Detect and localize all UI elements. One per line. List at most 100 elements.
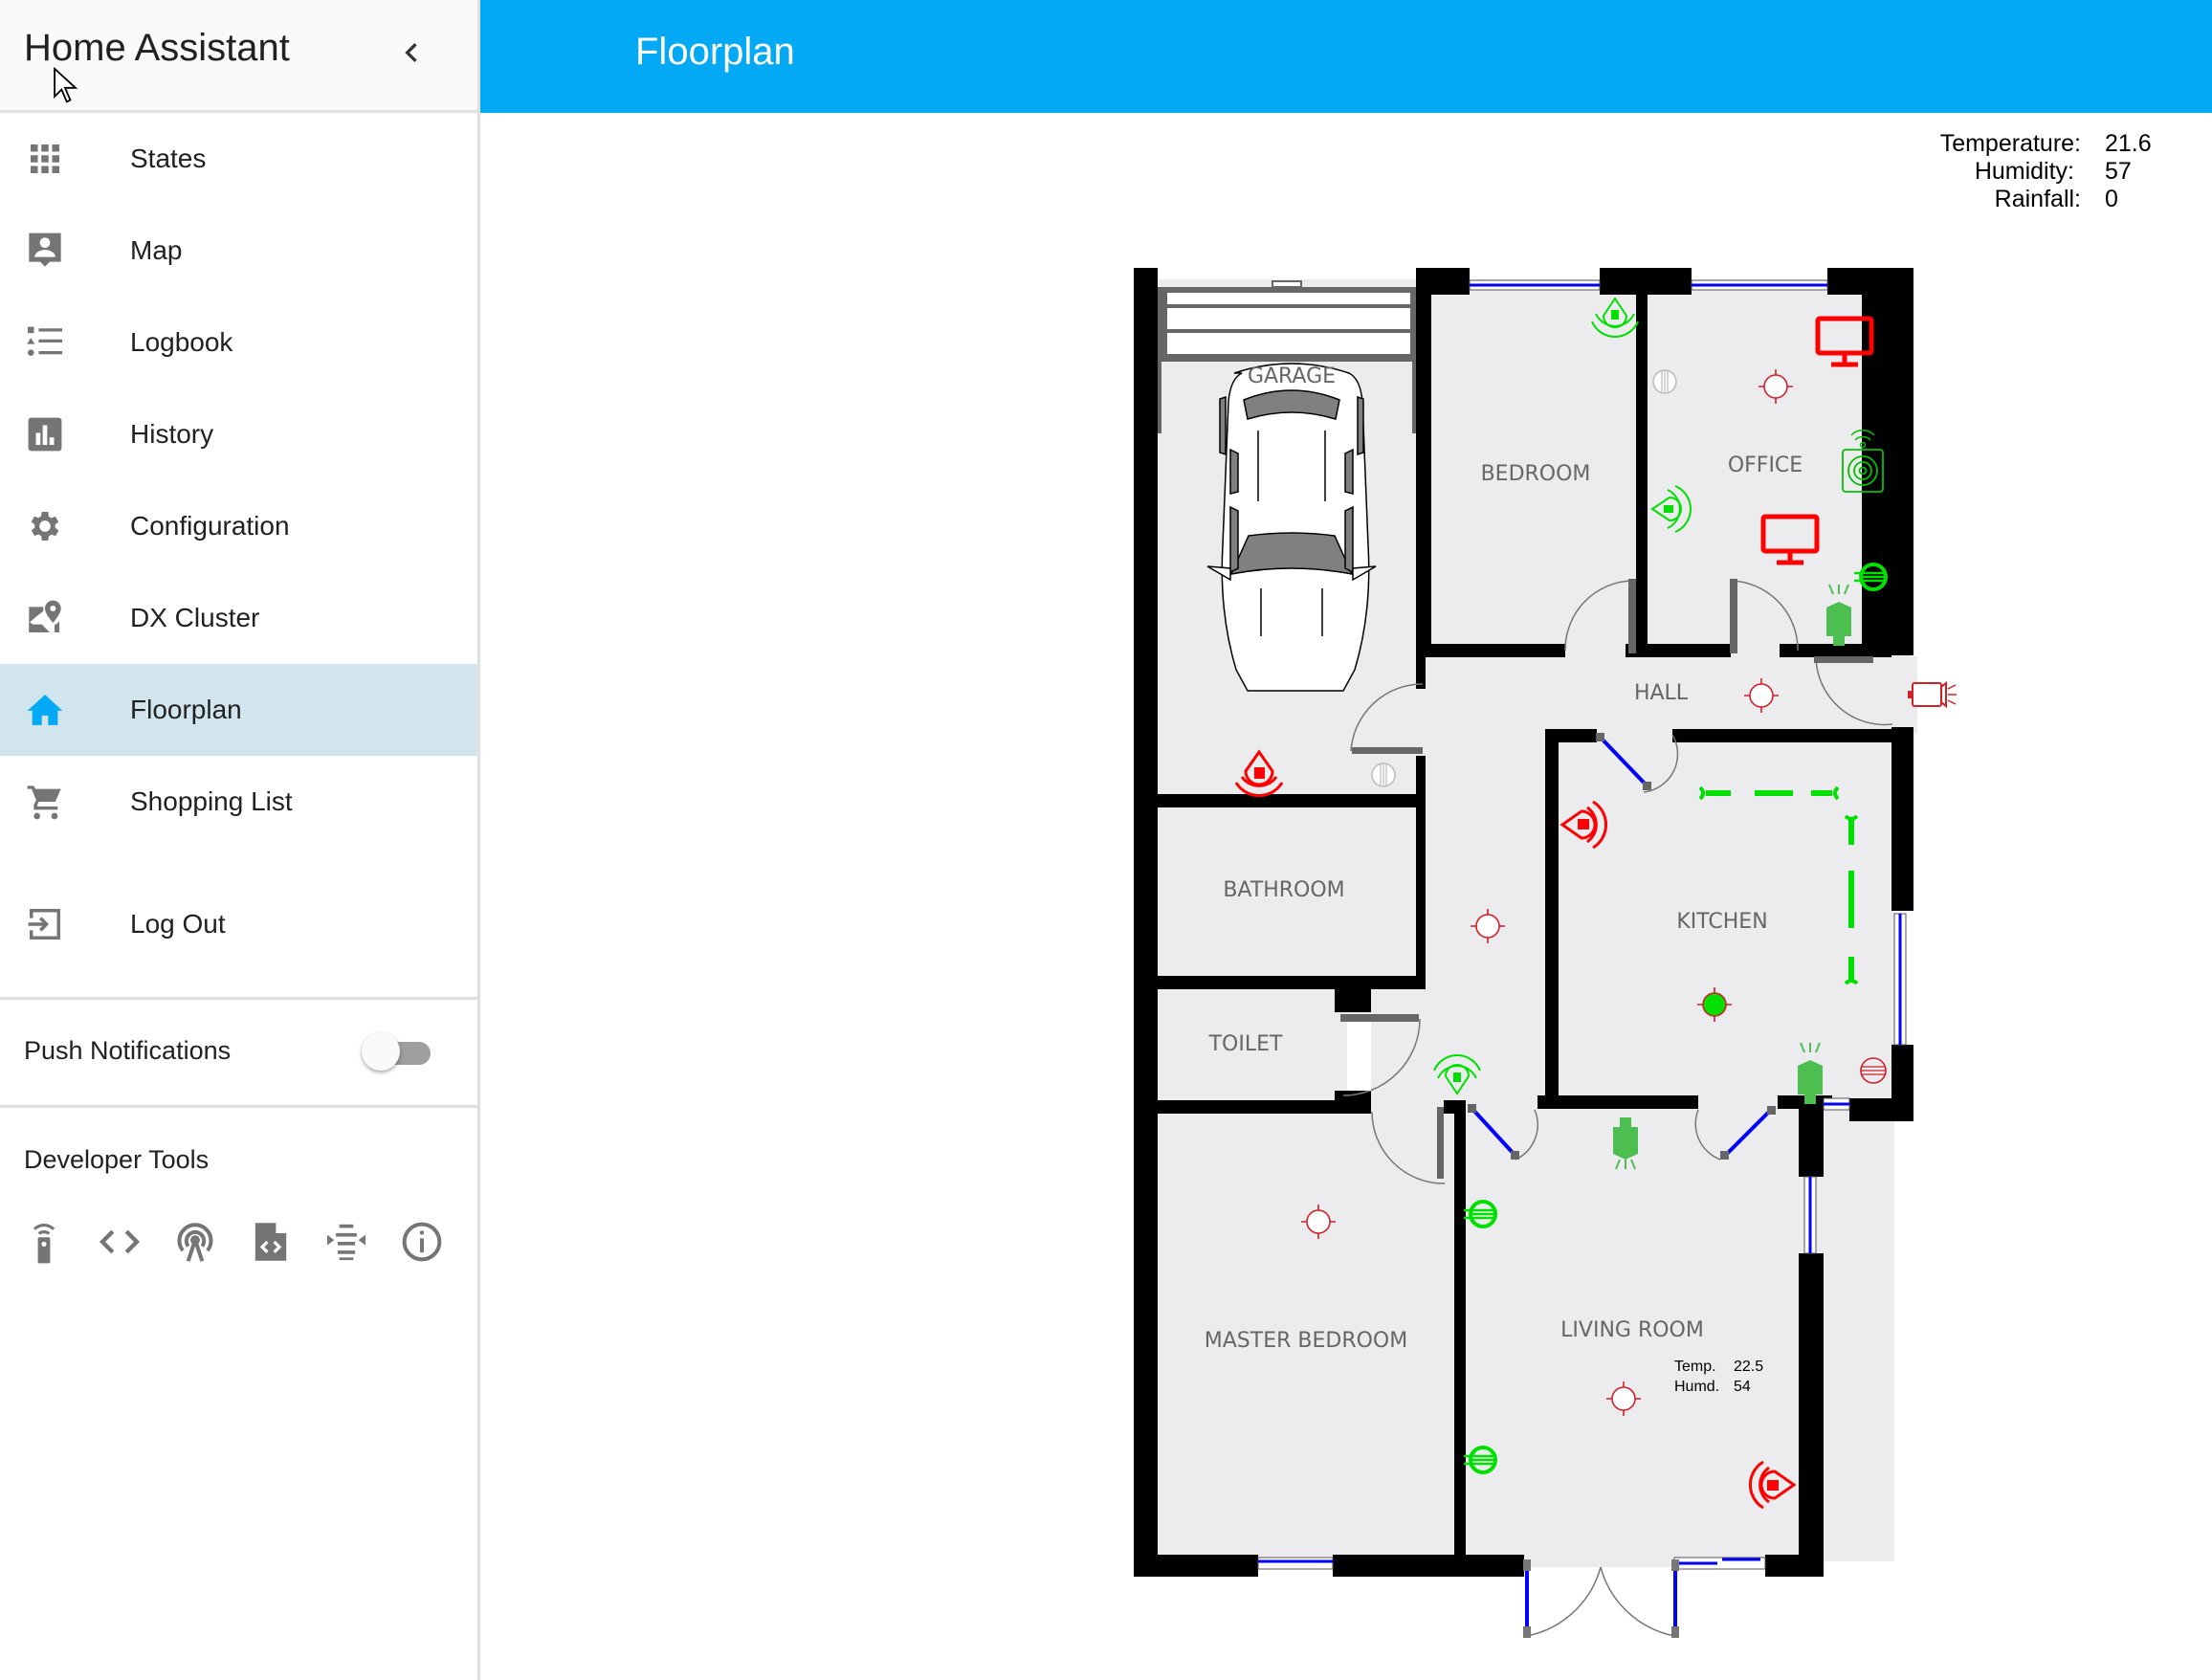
open-doors — [1468, 733, 1776, 1638]
light-kitchen-icon[interactable] — [1696, 986, 1733, 1023]
light-office-icon[interactable] — [1758, 368, 1794, 405]
sidebar-item-label: DX Cluster — [130, 603, 260, 632]
remote-icon[interactable] — [21, 1219, 67, 1265]
outlet-office-icon[interactable] — [1652, 369, 1677, 394]
living-room-temp-label: Temp. — [1674, 1359, 1716, 1375]
sidebar-item-states[interactable]: States — [0, 113, 477, 205]
rainfall-label: Rainfall: — [1994, 186, 2081, 212]
push-notifications-toggle[interactable] — [362, 1032, 432, 1071]
room-label-kitchen: KITCHEN — [1676, 910, 1767, 934]
access-point-icon[interactable] — [172, 1219, 218, 1265]
file-xml-icon[interactable] — [248, 1219, 294, 1265]
humidity-value: 57 — [2105, 158, 2132, 185]
temperature-label: Temperature: — [1939, 130, 2081, 157]
monitor-office-1-icon[interactable] — [1818, 319, 1871, 365]
temperature-value: 21.6 — [2105, 130, 2152, 157]
motion-sensor-corridor-icon[interactable] — [1433, 1054, 1481, 1094]
home-icon — [26, 691, 64, 729]
push-notifications-row: Push Notifications — [0, 1000, 477, 1105]
room-label-bedroom: BEDROOM — [1481, 462, 1591, 486]
led-strip-icon[interactable] — [1698, 785, 1859, 985]
light-living-room-icon[interactable] — [1605, 1381, 1642, 1417]
sidebar-item-label: Configuration — [130, 511, 290, 541]
motion-sensor-living-room-icon[interactable] — [1748, 1460, 1796, 1510]
living-room-humd-label: Humd. — [1674, 1379, 1719, 1395]
page-title: Floorplan — [635, 31, 795, 73]
push-notifications-label: Push Notifications — [24, 1036, 232, 1065]
room-label-garage: GARAGE — [1248, 365, 1336, 388]
monitor-office-2-icon[interactable] — [1763, 517, 1817, 563]
speaker-office-icon[interactable] — [1842, 429, 1884, 493]
format-align-justify-events-icon[interactable] — [323, 1219, 369, 1265]
sidebar-item-map[interactable]: Map — [0, 205, 477, 297]
cart-icon — [26, 783, 64, 821]
room-label-hall: HALL — [1634, 681, 1689, 705]
sidebar-item-configuration[interactable]: Configuration — [0, 480, 477, 572]
room-label-bathroom: BATHROOM — [1223, 878, 1344, 902]
app-title: Home Assistant — [24, 27, 290, 69]
outlet-living-room-1-icon[interactable] — [1462, 1200, 1497, 1228]
sidebar-item-label: Floorplan — [130, 695, 242, 724]
room-label-office: OFFICE — [1728, 453, 1803, 477]
outlet-kitchen-icon[interactable] — [1860, 1057, 1887, 1084]
sidebar-item-history[interactable]: History — [0, 388, 477, 480]
info-outline-icon[interactable] — [399, 1219, 445, 1265]
garage-door — [1158, 280, 1416, 433]
room-label-toilet: TOILET — [1208, 1032, 1283, 1056]
sidebar-item-label: History — [130, 419, 214, 449]
sidebar-item-floorplan[interactable]: Floorplan — [0, 664, 477, 756]
divider — [0, 1105, 477, 1108]
doors — [1340, 579, 1893, 1637]
humidity-label: Humidity: — [1974, 158, 2074, 185]
lamp-living-room-icon[interactable] — [1612, 1116, 1639, 1170]
car-icon — [1206, 363, 1377, 692]
windows — [1257, 279, 1907, 1570]
lamp-kitchen-icon[interactable] — [1797, 1042, 1824, 1105]
outlet-living-room-2-icon[interactable] — [1462, 1446, 1497, 1474]
light-hall-icon[interactable] — [1743, 677, 1780, 714]
living-room-temp-value: 22.5 — [1734, 1359, 1763, 1375]
light-corridor-icon[interactable] — [1470, 908, 1506, 944]
outlet-garage-icon[interactable] — [1371, 763, 1396, 787]
outlet-office-on-icon[interactable] — [1852, 563, 1888, 591]
sidebar-item-shopping-list[interactable]: Shopping List — [0, 756, 477, 848]
sidebar-nav: States Map Logbook History Configuration — [0, 113, 477, 1108]
sidebar-item-label: Logbook — [130, 327, 233, 357]
sidebar-item-label: Map — [130, 235, 183, 265]
logout-label: Log Out — [130, 909, 226, 939]
rainfall-value: 0 — [2105, 186, 2118, 212]
chevron-left-icon[interactable] — [392, 29, 431, 77]
room-label-living-room: LIVING ROOM — [1560, 1318, 1704, 1342]
siren-hall-icon[interactable] — [1908, 680, 1957, 709]
weather-row-humidity: Humidity: 57 — [1913, 158, 2181, 186]
sidebar-item-label: Shopping List — [130, 786, 293, 816]
toggle-knob — [362, 1032, 400, 1071]
mouse-cursor-icon — [54, 67, 78, 103]
motion-sensor-kitchen-icon[interactable] — [1560, 800, 1608, 850]
map-marker-radius-icon — [26, 599, 64, 637]
gear-icon — [26, 507, 64, 545]
top-app-bar: Floorplan — [480, 0, 2212, 113]
light-master-bedroom-icon[interactable] — [1300, 1204, 1337, 1240]
room-label-master-bedroom: MASTER BEDROOM — [1205, 1329, 1407, 1353]
motion-sensor-office-icon[interactable] — [1651, 485, 1692, 533]
account-location-icon — [26, 232, 64, 270]
weather-row-rainfall: Rainfall: 0 — [1913, 186, 2181, 213]
lamp-office-icon[interactable] — [1825, 584, 1852, 647]
motion-sensor-bedroom-icon[interactable] — [1591, 298, 1639, 338]
developer-tools-icons — [21, 1219, 475, 1265]
weather-summary: Temperature: 21.6 Humidity: 57 Rainfall:… — [1913, 130, 2181, 213]
weather-row-temperature: Temperature: 21.6 — [1913, 130, 2181, 158]
sidebar: Home Assistant States Map Logbook Histor… — [0, 0, 480, 1680]
format-list-bulleted-type-icon — [26, 323, 64, 362]
developer-tools-title: Developer Tools — [24, 1145, 210, 1174]
chart-box-icon — [26, 415, 64, 453]
sidebar-item-dx-cluster[interactable]: DX Cluster — [0, 572, 477, 664]
motion-sensor-garage-icon[interactable] — [1234, 750, 1284, 798]
logout-button[interactable]: Log Out — [0, 878, 477, 970]
floor — [1158, 279, 1910, 1567]
sidebar-item-logbook[interactable]: Logbook — [0, 297, 477, 388]
grid-icon — [26, 140, 64, 178]
code-tags-icon[interactable] — [97, 1219, 143, 1265]
sidebar-item-label: States — [130, 144, 207, 173]
